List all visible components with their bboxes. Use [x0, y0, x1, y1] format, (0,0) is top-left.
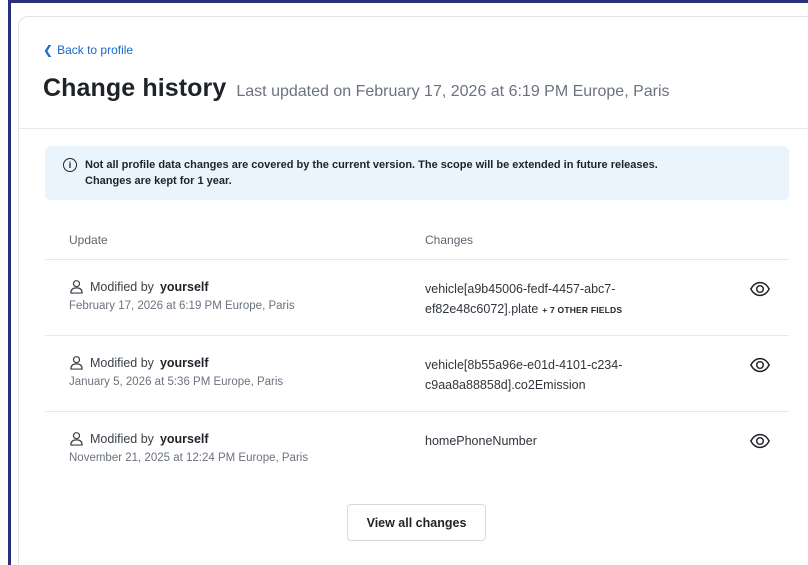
card-header: ❮ Back to profile Change history Last up…: [19, 17, 808, 129]
change-line-2: ef82e48c6072].plate: [425, 302, 539, 316]
chevron-left-icon: ❮: [43, 43, 54, 57]
eye-icon[interactable]: [749, 354, 771, 376]
last-updated-text: Last updated on February 17, 2026 at 6:1…: [236, 83, 670, 100]
modified-prefix: Modified by: [90, 431, 154, 446]
view-all-changes-button[interactable]: View all changes: [347, 504, 486, 541]
modified-by-name: yourself: [159, 279, 209, 294]
row-changes: homePhoneNumber: [425, 431, 675, 451]
back-to-profile-link[interactable]: ❮ Back to profile: [43, 43, 133, 57]
change-line-2: c9aa8a88858d].co2Emission: [425, 378, 586, 392]
notice-text: Not all profile data changes are covered…: [85, 157, 658, 189]
modified-prefix: Modified by: [90, 355, 154, 370]
notice-banner: i Not all profile data changes are cover…: [45, 146, 789, 200]
column-header-changes: Changes: [425, 233, 474, 247]
other-fields-badge: + 7 OTHER FIELDS: [542, 305, 623, 315]
notice-line-2: Changes are kept for 1 year.: [85, 175, 232, 187]
back-link-label: Back to profile: [57, 43, 134, 57]
modified-by-name: yourself: [159, 431, 209, 446]
user-icon: [70, 356, 83, 370]
row-changes: vehicle[a9b45006-fedf-4457-abc7- ef82e48…: [425, 279, 675, 320]
modified-prefix: Modified by: [90, 279, 154, 294]
table-row: Modified by yourself February 17, 2026 a…: [45, 259, 789, 335]
column-header-update: Update: [69, 233, 108, 247]
modified-by: Modified by yourself: [69, 355, 209, 370]
modified-by: Modified by yourself: [69, 279, 209, 294]
modified-by: Modified by yourself: [69, 431, 209, 446]
change-line-2-wrap: ef82e48c6072].plate + 7 OTHER FIELDS: [425, 299, 675, 320]
window-frame-left: [8, 0, 11, 565]
info-icon: i: [63, 158, 77, 172]
table-row: Modified by yourself January 5, 2026 at …: [45, 335, 789, 411]
eye-icon[interactable]: [749, 430, 771, 452]
change-line-1: vehicle[a9b45006-fedf-4457-abc7-: [425, 282, 616, 296]
title-row: Change history Last updated on February …: [43, 74, 670, 103]
eye-icon[interactable]: [749, 278, 771, 300]
change-line-1: vehicle[8b55a96e-e01d-4101-c234-: [425, 358, 623, 372]
user-icon: [70, 432, 83, 446]
window-frame-top: [8, 0, 808, 3]
user-icon: [70, 280, 83, 294]
row-date: February 17, 2026 at 6:19 PM Europe, Par…: [69, 300, 295, 312]
change-line-1: homePhoneNumber: [425, 434, 537, 448]
notice-line-1: Not all profile data changes are covered…: [85, 159, 658, 171]
row-date: January 5, 2026 at 5:36 PM Europe, Paris: [69, 376, 284, 388]
row-date: November 21, 2025 at 12:24 PM Europe, Pa…: [69, 452, 309, 464]
page-title: Change history: [43, 74, 227, 102]
row-changes: vehicle[8b55a96e-e01d-4101-c234- c9aa8a8…: [425, 355, 675, 395]
table-row: Modified by yourself November 21, 2025 a…: [45, 411, 789, 487]
change-history-card: ❮ Back to profile Change history Last up…: [18, 16, 808, 565]
modified-by-name: yourself: [159, 355, 209, 370]
